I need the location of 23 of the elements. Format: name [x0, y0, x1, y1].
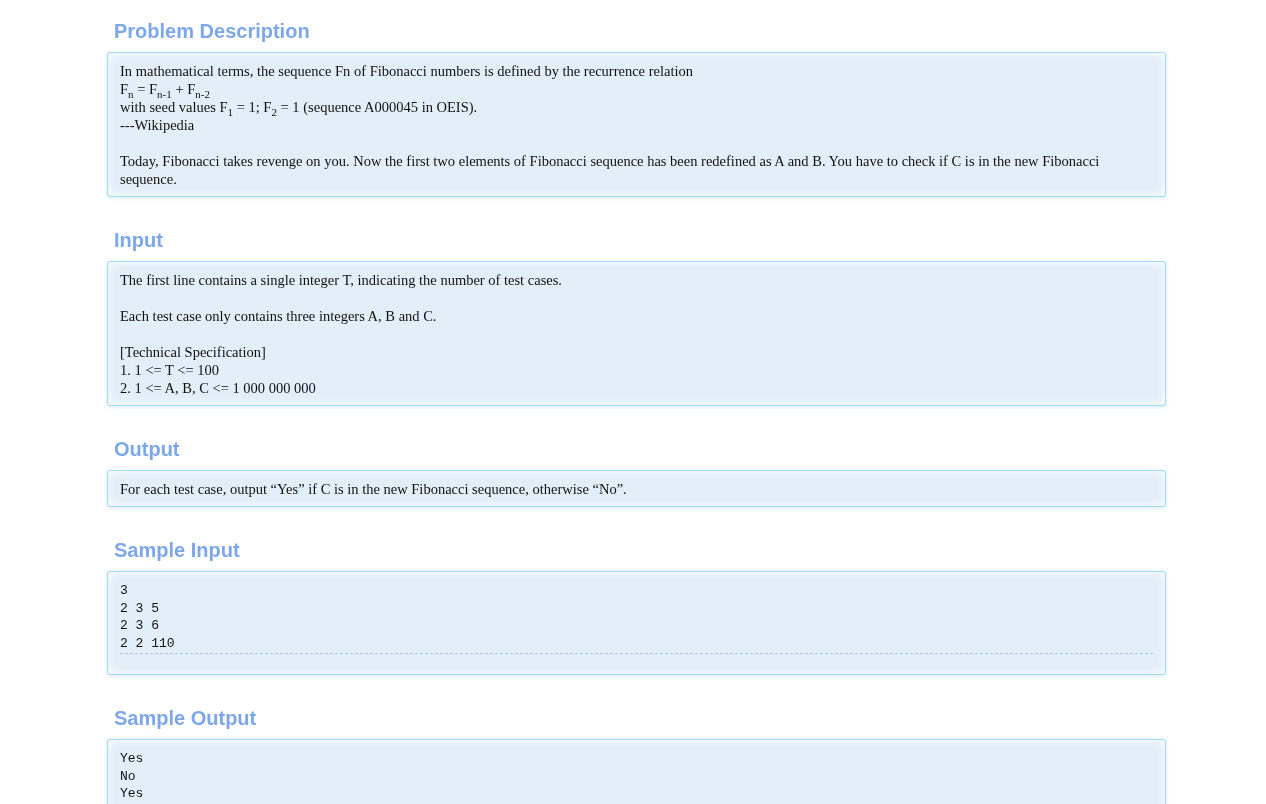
code-line: 2 3 5: [120, 599, 160, 617]
section-title: Input: [114, 228, 164, 253]
code-line: Yes: [120, 785, 145, 803]
section-title: Output: [114, 437, 181, 462]
text-line: ---Wikipedia: [120, 116, 196, 134]
section-title: Sample Input: [114, 538, 241, 563]
text-line: The first line contains a single integer T, indicating the number of test cases.: [120, 271, 563, 289]
text-line: with seed values F$_{1}$ = 1; F$_{2}$ = 1 (sequence A000045 in OEIS).: [120, 98, 479, 116]
section-title: Sample Output: [114, 706, 258, 731]
code-line: Yes: [120, 750, 145, 768]
text-line: F$_{n}$ = F$_{n-1}$ + F$_{n-2}$: [120, 80, 211, 98]
text-line: Today, Fibonacci takes revenge on you. Now the first two elements of Fibonacci sequence has been redefined as A and B. You have to check if C is in the new Fibonacci sequence.: [120, 152, 1101, 188]
text-line: 1. 1 <= T <= 100: [120, 361, 221, 379]
text-line: [Technical Specification]: [120, 343, 267, 361]
text-line: Each test case only contains three integers A, B and C.: [120, 307, 438, 325]
code-line: 2 3 6: [120, 617, 160, 635]
text-line: For each test case, output “Yes” if C is in the new Fibonacci sequence, otherwise “No”.: [120, 480, 628, 498]
text-line: In mathematical terms, the sequence Fn of Fibonacci numbers is defined by the recurrence relation: [120, 62, 694, 80]
code-line: No: [120, 767, 137, 785]
text-line: 2. 1 <= A, B, C <= 1 000 000 000: [120, 379, 317, 397]
section-title: Problem Description: [114, 19, 311, 44]
code-line: 2 2 110: [120, 634, 176, 652]
code-line: 3: [120, 582, 129, 600]
